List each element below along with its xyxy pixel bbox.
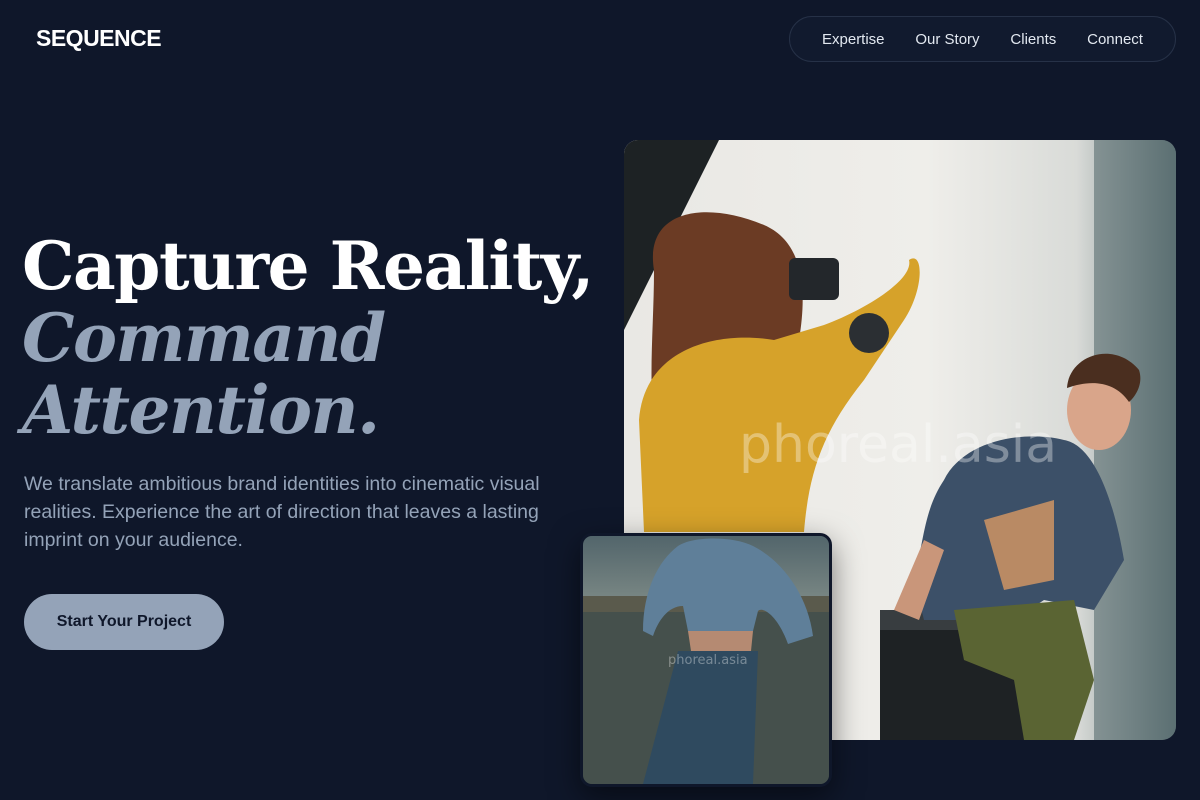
hero-subtext: We translate ambitious brand identities … [24,473,540,551]
nav-item-connect[interactable]: Connect [1087,31,1143,48]
secondary-fashion-photo: phoreal.asia [580,533,832,787]
nav-item-clients[interactable]: Clients [1010,31,1056,48]
headline-line-3: Attention. [22,371,380,449]
start-project-button[interactable]: Start Your Project [24,594,224,650]
main-photo-watermark: phoreal.asia [739,415,1058,475]
brand-logo[interactable]: SEQUENCE [36,25,162,52]
small-photo-watermark: phoreal.asia [668,653,748,668]
page: SEQUENCE Expertise Our Story Clients Con… [0,0,1200,800]
headline-line-2: Command [22,299,386,377]
nav-item-expertise[interactable]: Expertise [822,31,885,48]
nav-item-our-story[interactable]: Our Story [915,31,979,48]
headline-line-1: Capture Reality, [22,227,594,305]
hero-headline: Capture Reality, Command Attention. [22,227,594,449]
top-nav: Expertise Our Story Clients Connect [789,16,1176,62]
camera-shape [789,258,839,300]
